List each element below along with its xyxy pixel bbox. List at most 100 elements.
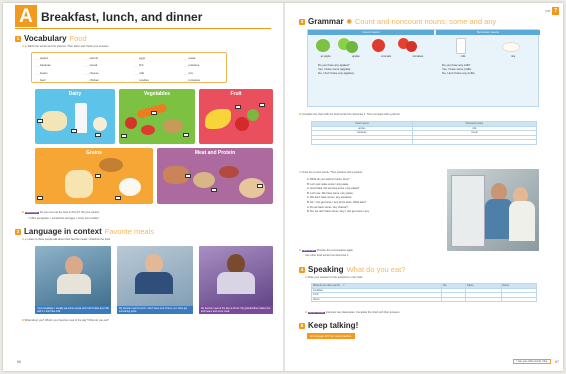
word-text: beef [40,78,46,83]
answer-box[interactable] [235,105,241,109]
caption-1: I love breakfast. I usually eat some cer… [35,306,111,314]
pair-work-badge: PAIR WORK [301,250,316,252]
word-item: ____ beans [35,70,75,77]
answer-box[interactable] [95,133,101,137]
answer-cell[interactable] [500,296,538,303]
word-column: ____ eggs ____ fish ____ milk ____ noodles [134,55,174,82]
word-item: ____ pasta [184,55,224,62]
noncount-item: rice [511,55,516,58]
grammar-section-title: 3 Grammar ◉ Count and noncount nouns; so… [299,17,496,26]
word-item: ____ cereal [85,62,125,69]
keep-talking-tag[interactable]: Go to page 137 for more practice. [307,333,355,339]
word-text: cereal [89,63,98,68]
answer-cell[interactable] [465,296,502,303]
word-item: ____ beef [35,77,75,84]
count-item: an apple [320,55,331,58]
count-item: apples [352,55,360,58]
word-text: pasta [188,56,196,60]
section-number: 4 [299,266,305,273]
vocab-pair-work: B PAIR WORK Do you ever eat the food in … [22,211,100,214]
sentence-list: A: What do you want for lunch, Amy? B: Le… [307,178,441,215]
count-header: Count nouns [308,30,434,35]
audio-icon[interactable]: ◉ [347,18,352,25]
word-text: bananas [40,63,51,68]
answer-box[interactable] [151,111,157,115]
word-item: ____ chicken [85,77,125,84]
footer-can-do: I can use other words I like. [513,359,551,364]
answer-box[interactable] [115,196,121,200]
grammar-pair-work-2: Use other food words from Exercise 1. [305,254,350,257]
section-title-text: Speaking [308,265,344,274]
section-number: 2 [15,228,21,235]
noncount-header: Noncount nouns [436,30,540,35]
page-title: Breakfast, lunch, and dinner [41,10,203,24]
word-item: ____ tomatoes [184,77,224,84]
word-item: ____ rice [184,70,224,77]
grammar-instruction-b: B Complete the chart with the food words… [299,113,401,116]
person-photo-1: I love breakfast. I usually eat some cer… [35,246,111,314]
speaking-group-work: B GROUP WORK Interview two classmates. C… [305,311,401,314]
section-number: 3 [299,18,305,25]
grammar-chart-b: Count nouns Noncount nouns apples milk banan… [311,121,538,145]
person-photo-3: My favorite meal of the day is dinner. M… [199,246,273,314]
answer-box[interactable] [37,196,43,200]
answer-box[interactable] [257,184,263,188]
speaking-instruction: A Write your answers to the questions in… [305,276,364,279]
right-page-number: 67 [555,360,559,364]
language-section-title: 2 Language in context Favorite meals [15,227,154,236]
audio-icon[interactable]: ◉ [25,45,27,48]
fruit-tile: Fruit [199,89,273,144]
vocab-pair-example: "I often eat apples. I sometimes eat egg… [28,217,101,220]
word-text: rice [188,70,194,75]
word-text: carrots [89,56,99,60]
section-number: 1 [15,35,21,42]
title-rule [15,28,271,29]
person-photo-2: My favorite meal is lunch. I don't have … [117,246,193,314]
language-instruction: A ◉ Listen to three people talk about th… [22,238,111,241]
word-text: milk [139,70,144,75]
answer-box[interactable] [95,174,101,178]
textbook-spread: A Breakfast, lunch, and dinner 1 Vocabul… [3,3,563,371]
section-subtitle: What do you eat? [346,265,406,274]
language-question: B What about you? What's your favorite m… [22,319,109,322]
dairy-tile: Dairy [35,89,115,144]
count-item: a tomato [381,55,392,58]
answer-box[interactable] [185,174,191,178]
word-text: chicken [89,78,99,83]
audio-icon[interactable]: ◉ [25,238,27,241]
noncount-item: milk [460,55,466,58]
word-item: ____ noodles [134,77,174,84]
word-item: ____ apples [35,55,75,62]
word-text: cheese [89,70,99,75]
chart-cell[interactable] [411,139,538,145]
answer-cell[interactable] [441,296,467,303]
answer-box[interactable] [71,129,77,133]
vegetables-label: Vegetables [143,91,171,97]
word-text: fish [139,63,144,68]
grammar-pair-work: D PAIR WORK Practice the conversation ag… [299,249,354,252]
grammar-instruction-c: C Circle the correct words. Then practic… [299,171,363,174]
answer-box[interactable] [37,119,43,123]
grammar-line: No, I don't have any (milk). [442,71,476,76]
answer-box[interactable] [211,188,217,192]
word-text: noodles [139,78,149,83]
section-title-text: Keep talking! [308,321,359,330]
word-item: ____ milk [134,70,174,77]
word-column: ____ pasta ____ potatoes ____ rice ____ tom… [184,55,224,82]
group-work-badge: GROUP WORK [307,312,326,314]
kitchen-photo [447,169,539,251]
word-item: ____ cheese [85,70,125,77]
chart-cell[interactable] [311,139,413,145]
word-text: potatoes [188,63,200,68]
right-page: unit 7 3 Grammar ◉ Count and noncount no… [285,3,563,371]
answer-box[interactable] [121,134,127,138]
meat-label: Meat and Protein [194,150,236,156]
section-subtitle: Food [69,34,87,43]
dairy-label: Dairy [68,91,82,97]
answer-box[interactable] [259,103,265,107]
fruit-label: Fruit [230,91,242,97]
word-column: ____ carrots ____ cereal ____ cheese ____ c… [85,55,125,82]
answer-box[interactable] [183,133,189,137]
section-title-text: Language in context [24,227,102,236]
word-text: eggs [139,56,146,60]
